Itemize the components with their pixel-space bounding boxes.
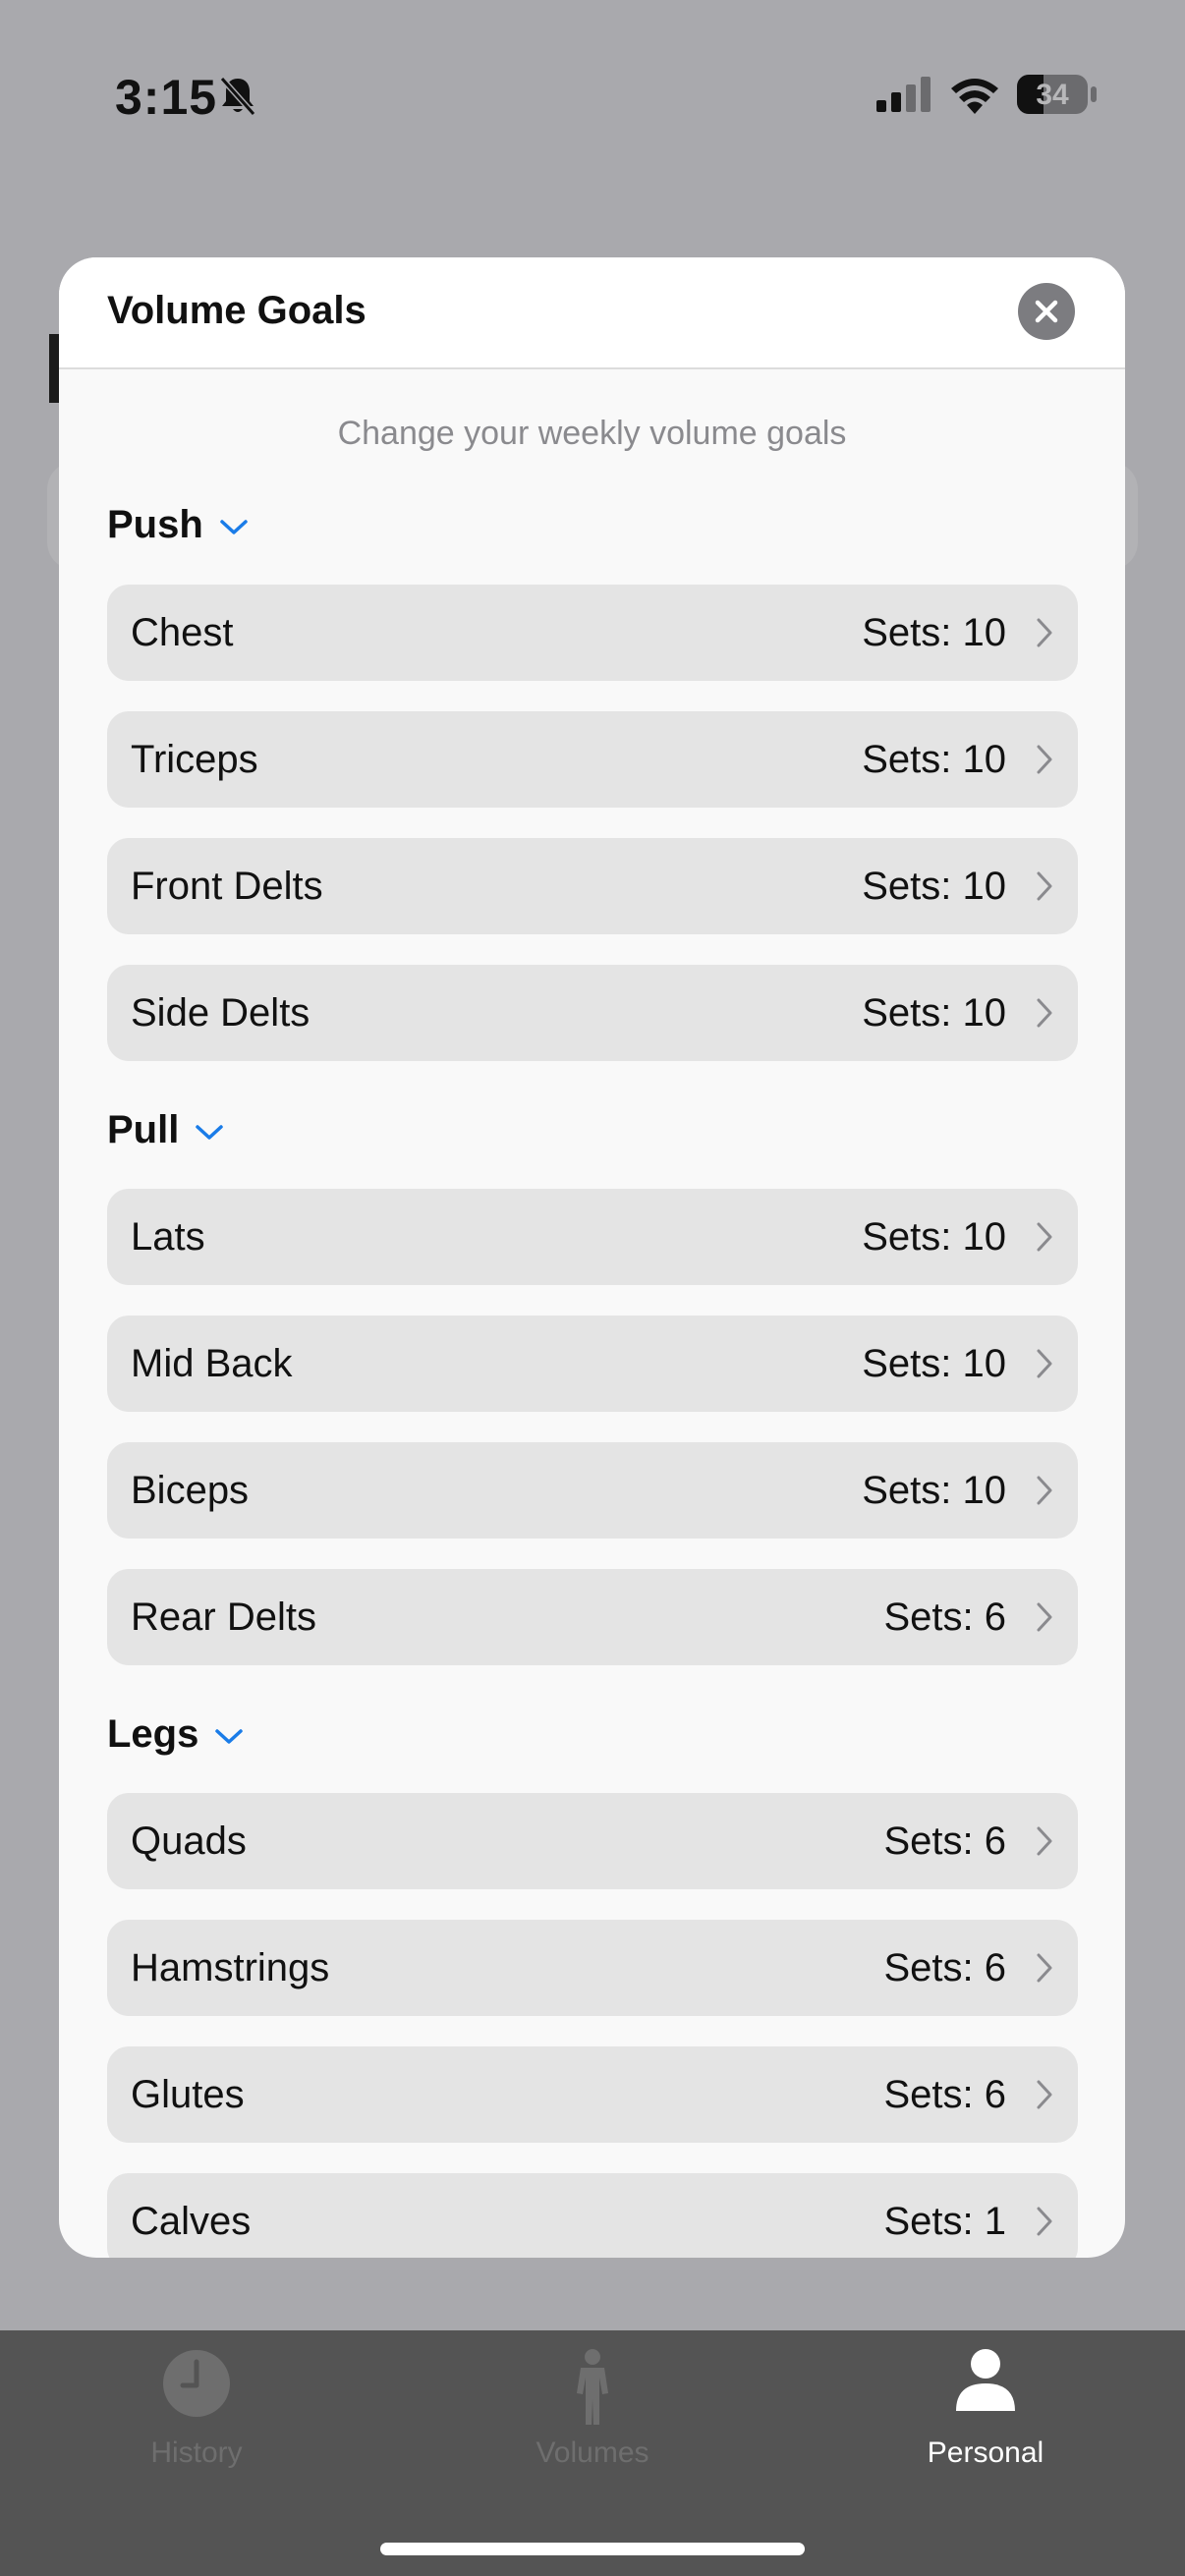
row-label: Triceps: [131, 738, 258, 781]
chevron-right-icon: [1037, 1602, 1052, 1632]
row-value: Sets: 1: [883, 2200, 1006, 2243]
tab-bar: History Volumes Personal: [0, 2330, 1185, 2576]
volume-goals-modal: Volume Goals Change your weekly volume g…: [59, 257, 1125, 2258]
goal-row-biceps[interactable]: Biceps Sets: 10: [107, 1442, 1078, 1539]
close-icon: [1035, 300, 1058, 323]
row-label: Calves: [131, 2200, 252, 2243]
group-title: Pull: [107, 1108, 180, 1151]
goal-row-lats[interactable]: Lats Sets: 10: [107, 1189, 1078, 1285]
chevron-right-icon: [1037, 1953, 1052, 1983]
chevron-right-icon: [1037, 618, 1052, 647]
status-bar: 3:15 34: [0, 0, 1185, 196]
goal-row-front-delts[interactable]: Front Delts Sets: 10: [107, 838, 1078, 934]
chevron-down-icon: [196, 1124, 224, 1140]
row-label: Rear Delts: [131, 1596, 316, 1639]
row-label: Side Delts: [131, 991, 310, 1035]
goal-row-rear-delts[interactable]: Rear Delts Sets: 6: [107, 1569, 1078, 1665]
chevron-right-icon: [1037, 1349, 1052, 1378]
goal-row-glutes[interactable]: Glutes Sets: 6: [107, 2046, 1078, 2143]
clock-icon: [163, 2350, 230, 2417]
goal-row-mid-back[interactable]: Mid Back Sets: 10: [107, 1316, 1078, 1412]
bell-off-icon: [219, 77, 256, 116]
row-value: Sets: 6: [883, 1946, 1006, 1989]
row-label: Chest: [131, 611, 234, 654]
chevron-right-icon: [1037, 1476, 1052, 1505]
chevron-right-icon: [1037, 1222, 1052, 1252]
chevron-right-icon: [1037, 745, 1052, 774]
tab-volumes[interactable]: Volumes: [396, 2330, 789, 2488]
row-label: Hamstrings: [131, 1946, 330, 1989]
battery-level: 34: [1036, 79, 1069, 111]
tab-label: History: [150, 2436, 243, 2469]
chevron-right-icon: [1037, 2080, 1052, 2109]
chevron-down-icon: [215, 1728, 244, 1744]
tab-personal[interactable]: Personal: [789, 2330, 1182, 2488]
tab-label: Volumes: [536, 2436, 649, 2469]
battery-nub: [1091, 86, 1097, 102]
row-label: Biceps: [131, 1469, 250, 1512]
goal-row-hamstrings[interactable]: Hamstrings Sets: 6: [107, 1920, 1078, 2016]
modal-title: Volume Goals: [107, 289, 367, 332]
group-header-pull[interactable]: Pull: [107, 1108, 224, 1152]
goal-row-triceps[interactable]: Triceps Sets: 10: [107, 711, 1078, 808]
row-value: Sets: 6: [883, 1596, 1006, 1639]
tab-label: Personal: [927, 2436, 1044, 2469]
tab-history[interactable]: History: [0, 2330, 393, 2488]
status-time: 3:15: [115, 70, 218, 125]
row-value: Sets: 10: [862, 1215, 1006, 1259]
row-value: Sets: 10: [862, 991, 1006, 1035]
chevron-right-icon: [1037, 871, 1052, 901]
row-label: Mid Back: [131, 1342, 293, 1385]
goal-row-side-delts[interactable]: Side Delts Sets: 10: [107, 965, 1078, 1061]
chevron-right-icon: [1037, 1826, 1052, 1856]
group-header-legs[interactable]: Legs: [107, 1712, 244, 1757]
row-value: Sets: 10: [862, 1342, 1006, 1385]
goal-row-calves[interactable]: Calves Sets: 1: [107, 2173, 1078, 2258]
home-indicator[interactable]: [380, 2543, 805, 2555]
row-label: Front Delts: [131, 865, 323, 908]
chevron-right-icon: [1037, 998, 1052, 1028]
modal-subtitle: Change your weekly volume goals: [337, 415, 847, 452]
person-icon: [956, 2349, 1015, 2411]
row-value: Sets: 10: [862, 611, 1006, 654]
row-value: Sets: 6: [883, 2073, 1006, 2116]
close-button[interactable]: [1018, 283, 1075, 340]
modal-header: Volume Goals: [59, 257, 1125, 369]
background-page-title: [49, 334, 59, 403]
group-title: Push: [107, 503, 203, 546]
row-label: Lats: [131, 1215, 205, 1259]
row-label: Quads: [131, 1820, 247, 1863]
row-label: Glutes: [131, 2073, 245, 2116]
group-header-push[interactable]: Push: [107, 503, 249, 547]
wifi-icon: [951, 79, 998, 114]
goal-row-quads[interactable]: Quads Sets: 6: [107, 1793, 1078, 1889]
chevron-down-icon: [220, 519, 248, 534]
battery-icon: 34: [1017, 75, 1088, 114]
row-value: Sets: 10: [862, 865, 1006, 908]
row-value: Sets: 10: [862, 738, 1006, 781]
row-value: Sets: 10: [862, 1469, 1006, 1512]
chevron-right-icon: [1037, 2207, 1052, 2236]
goal-row-chest[interactable]: Chest Sets: 10: [107, 585, 1078, 681]
signal-icon: [876, 77, 931, 112]
group-title: Legs: [107, 1712, 199, 1756]
figure-icon: [577, 2349, 608, 2425]
row-value: Sets: 6: [883, 1820, 1006, 1863]
